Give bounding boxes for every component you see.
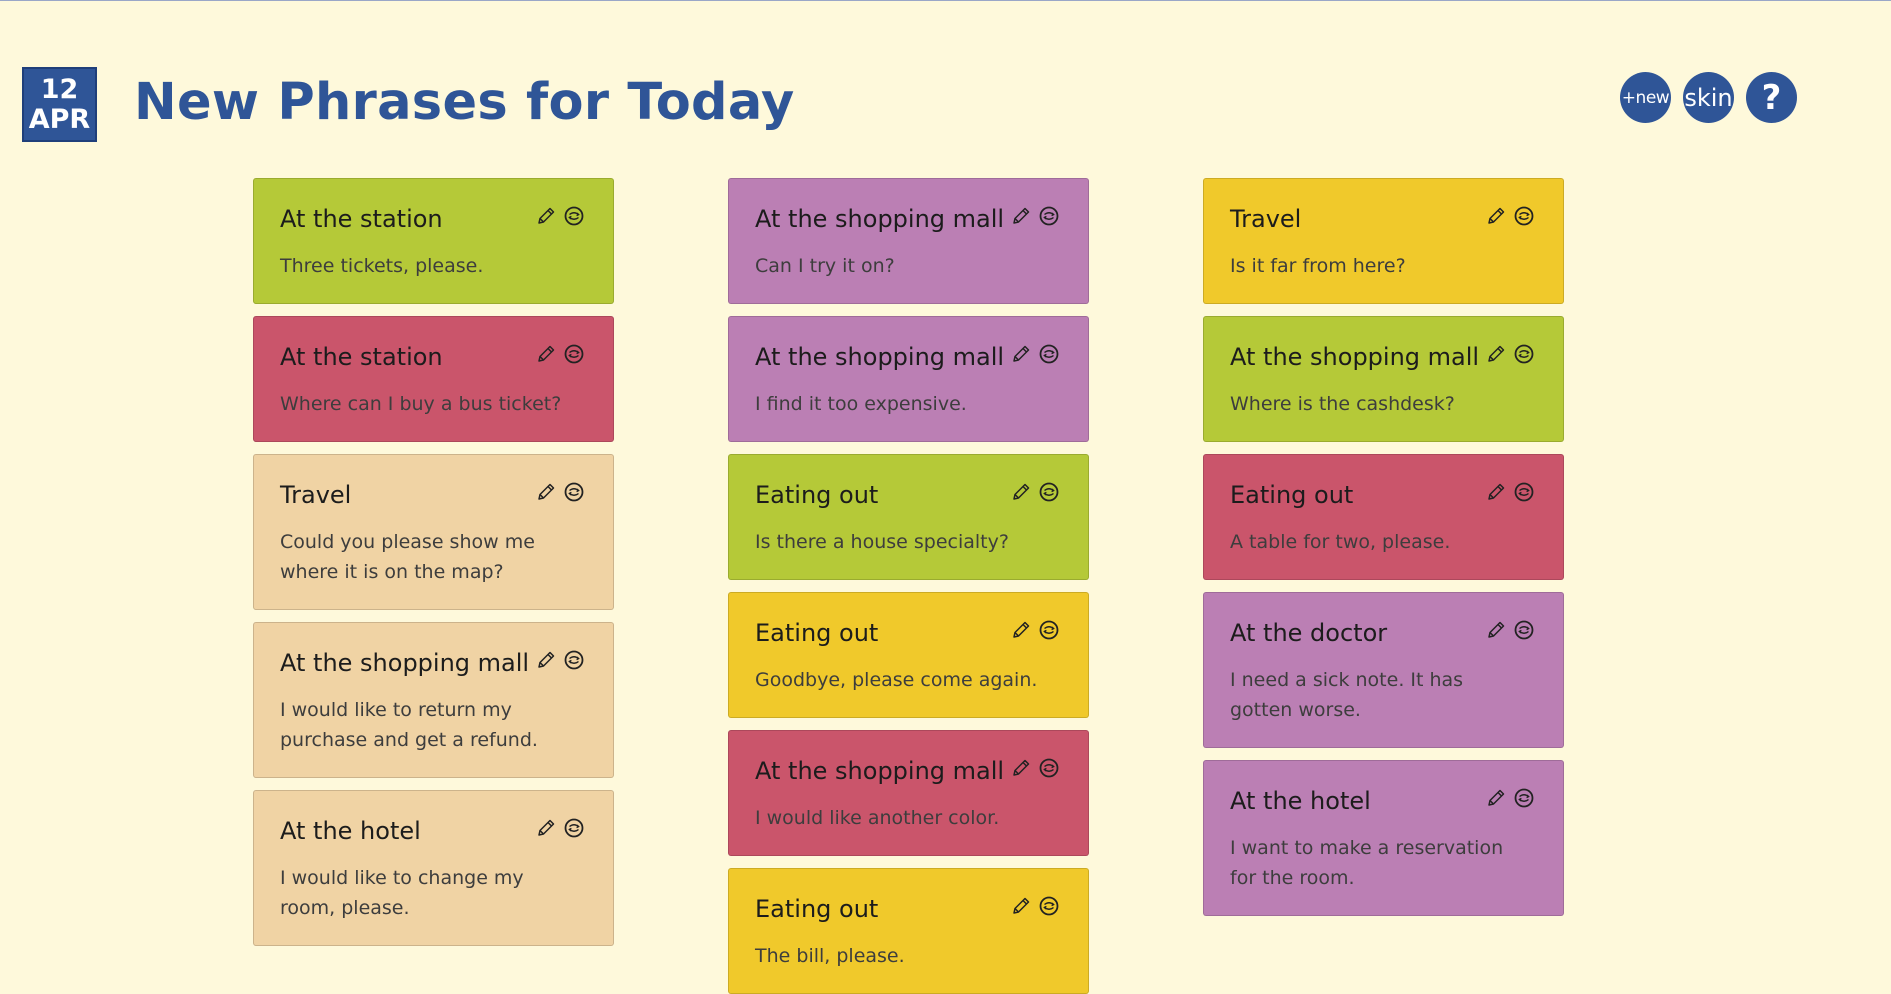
card-tools (535, 649, 585, 671)
card-tools (1485, 343, 1535, 365)
phrase-card[interactable]: At the station Three tickets, please. (253, 178, 614, 304)
pencil-icon[interactable] (1010, 757, 1032, 779)
pencil-icon[interactable] (1485, 619, 1507, 641)
card-phrase: I need a sick note. It has gotten worse. (1230, 669, 1464, 721)
date-month: APR (28, 103, 91, 135)
card-phrase: Where is the cashdesk? (1230, 393, 1455, 415)
refresh-icon[interactable] (1038, 343, 1060, 365)
phrase-column-1: At the station Three tickets, please. At t… (253, 178, 614, 946)
card-phrase: Goodbye, please come again. (755, 669, 1038, 691)
refresh-icon[interactable] (1038, 481, 1060, 503)
refresh-icon[interactable] (563, 649, 585, 671)
card-tools (1485, 787, 1535, 809)
card-tools (1485, 481, 1535, 503)
card-phrase: I find it too expensive. (755, 393, 967, 415)
card-tools (1485, 619, 1535, 641)
refresh-icon[interactable] (563, 205, 585, 227)
phrase-card[interactable]: At the shopping mall Where is the cashdes… (1203, 316, 1564, 442)
phrase-card[interactable]: At the shopping mall I would like another… (728, 730, 1089, 856)
pencil-icon[interactable] (1485, 343, 1507, 365)
phrase-card[interactable]: At the station Where can I buy a bus tick… (253, 316, 614, 442)
phrase-card[interactable]: Travel Could you please show me where it … (253, 454, 614, 610)
date-day: 12 (40, 73, 79, 105)
pencil-icon[interactable] (1010, 895, 1032, 917)
refresh-icon[interactable] (1513, 205, 1535, 227)
phrase-card[interactable]: At the shopping mall Can I try it on? (728, 178, 1089, 304)
phrase-card[interactable]: Eating out Is there a house specialty? (728, 454, 1089, 580)
help-button[interactable]: ? (1746, 72, 1797, 123)
card-tools (1010, 481, 1060, 503)
card-tools (535, 817, 585, 839)
card-phrase: I would like to change my room, please. (280, 867, 524, 919)
card-phrase: A table for two, please. (1230, 531, 1451, 553)
pencil-icon[interactable] (1485, 787, 1507, 809)
card-phrase: Is there a house specialty? (755, 531, 1009, 553)
card-tools (1485, 205, 1535, 227)
pencil-icon[interactable] (535, 817, 557, 839)
card-tools (1010, 895, 1060, 917)
card-phrase: The bill, please. (755, 945, 905, 967)
skin-button[interactable]: skin (1683, 72, 1734, 123)
refresh-icon[interactable] (1513, 343, 1535, 365)
card-tools (535, 481, 585, 503)
card-tools (535, 343, 585, 365)
refresh-icon[interactable] (1513, 787, 1535, 809)
refresh-icon[interactable] (1038, 895, 1060, 917)
phrase-card[interactable]: At the hotel I would like to change my ro… (253, 790, 614, 946)
phrase-card[interactable]: Travel Is it far from here? (1203, 178, 1564, 304)
page-title: New Phrases for Today (134, 73, 795, 132)
phrase-column-3: Travel Is it far from here? At the shoppin… (1203, 178, 1564, 916)
new-button[interactable]: +new (1620, 72, 1671, 123)
pencil-icon[interactable] (1010, 205, 1032, 227)
pencil-icon[interactable] (1010, 481, 1032, 503)
phrase-card[interactable]: Eating out The bill, please. (728, 868, 1089, 994)
card-phrase: Is it far from here? (1230, 255, 1406, 277)
pencil-icon[interactable] (1485, 205, 1507, 227)
pencil-icon[interactable] (1010, 619, 1032, 641)
phrase-card[interactable]: Eating out Goodbye, please come again. (728, 592, 1089, 718)
phrase-card[interactable]: At the hotel I want to make a reservation… (1203, 760, 1564, 916)
refresh-icon[interactable] (1513, 619, 1535, 641)
refresh-icon[interactable] (1038, 205, 1060, 227)
refresh-icon[interactable] (563, 481, 585, 503)
card-tools (1010, 205, 1060, 227)
phrase-card[interactable]: Eating out A table for two, please. (1203, 454, 1564, 580)
card-phrase: I would like another color. (755, 807, 1000, 829)
card-tools (1010, 757, 1060, 779)
refresh-icon[interactable] (563, 817, 585, 839)
phrase-column-2: At the shopping mall Can I try it on? At t… (728, 178, 1089, 994)
card-phrase: I want to make a reservation for the roo… (1230, 837, 1504, 889)
pencil-icon[interactable] (535, 205, 557, 227)
refresh-icon[interactable] (563, 343, 585, 365)
card-phrase: I would like to return my purchase and g… (280, 699, 538, 751)
top-actions: +new skin ? (1620, 72, 1797, 123)
card-phrase: Could you please show me where it is on … (280, 531, 535, 583)
pencil-icon[interactable] (1010, 343, 1032, 365)
phrase-card[interactable]: At the shopping mall I find it too expens… (728, 316, 1089, 442)
phrase-card[interactable]: At the shopping mall I would like to retu… (253, 622, 614, 778)
card-phrase: Three tickets, please. (280, 255, 484, 277)
date-badge: 12 APR (22, 67, 97, 142)
card-phrase: Where can I buy a bus ticket? (280, 393, 562, 415)
card-tools (1010, 619, 1060, 641)
card-tools (535, 205, 585, 227)
card-phrase: Can I try it on? (755, 255, 895, 277)
refresh-icon[interactable] (1513, 481, 1535, 503)
pencil-icon[interactable] (1485, 481, 1507, 503)
pencil-icon[interactable] (535, 649, 557, 671)
refresh-icon[interactable] (1038, 619, 1060, 641)
pencil-icon[interactable] (535, 481, 557, 503)
phrase-card[interactable]: At the doctor I need a sick note. It has … (1203, 592, 1564, 748)
card-tools (1010, 343, 1060, 365)
pencil-icon[interactable] (535, 343, 557, 365)
refresh-icon[interactable] (1038, 757, 1060, 779)
